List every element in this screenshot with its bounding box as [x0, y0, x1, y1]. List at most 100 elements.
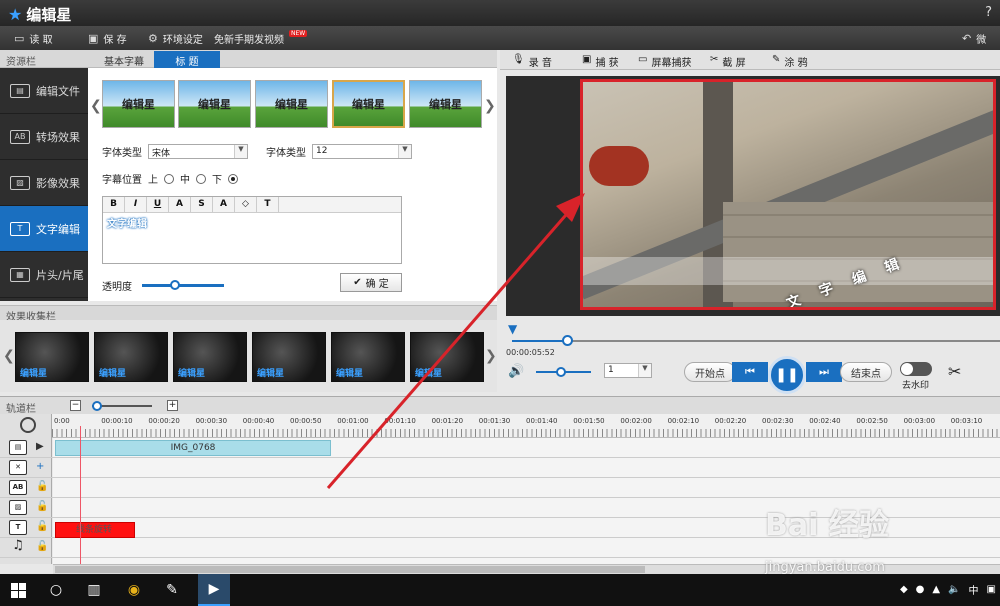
effect-thumb[interactable]: 编辑星: [331, 332, 405, 382]
slider-knob[interactable]: [92, 401, 102, 411]
underline-button[interactable]: U: [147, 197, 169, 212]
paint-icon[interactable]: ✎: [162, 580, 182, 600]
volume-slider[interactable]: [536, 367, 591, 377]
effect-thumb[interactable]: 编辑星: [15, 332, 89, 382]
slider-knob[interactable]: [556, 367, 566, 377]
title-template-selected[interactable]: 编辑星: [332, 80, 405, 128]
skip-forward-button[interactable]: ⏭: [806, 362, 842, 382]
lock-icon[interactable]: 🔓: [36, 521, 48, 532]
title-template[interactable]: 编辑星: [102, 80, 175, 128]
ruler-tick-label: 00:00:30: [195, 417, 228, 425]
windows-start-icon[interactable]: [8, 580, 28, 600]
back-button[interactable]: ↶ 微: [962, 31, 986, 46]
volume-icon[interactable]: 🔊: [508, 364, 524, 379]
zoom-out-button[interactable]: −: [70, 400, 81, 411]
save-button[interactable]: ▣ 保 存: [88, 31, 127, 46]
chevron-left-icon[interactable]: ❮: [3, 348, 15, 364]
record-audio-button[interactable]: 🎙 录 音: [512, 54, 552, 69]
text-editor[interactable]: B I U A S A ◇ T 文字编辑: [102, 196, 402, 264]
video-frame[interactable]: 文 字 编 辑: [580, 79, 996, 310]
input-language[interactable]: 中: [969, 582, 979, 597]
effect-label: 编辑星: [257, 369, 285, 379]
chevron-left-icon[interactable]: ❮: [90, 98, 102, 114]
sidebar-item-edit-file[interactable]: ▤ 编辑文件: [0, 68, 88, 114]
play-small-icon[interactable]: ▶: [36, 441, 44, 452]
playback-controls: 🔊 1 ▼ 开始点 ⏮ ❚❚ ⏭ 结束点 去水印 ✂: [506, 356, 1000, 396]
save-icon: ▣: [88, 32, 99, 45]
slider-knob[interactable]: [169, 280, 180, 290]
text-clip[interactable]: 线条旋转: [55, 522, 135, 538]
help-button[interactable]: ?: [985, 5, 992, 20]
screenshot-button[interactable]: ✂ 截 屏: [710, 54, 746, 69]
end-point-button[interactable]: 结束点: [840, 362, 892, 382]
publish-video-button[interactable]: 免新手期发视频 NEW: [214, 30, 308, 46]
confirm-button[interactable]: ✔ 确 定: [340, 273, 402, 292]
pos-top-radio[interactable]: [164, 173, 174, 184]
chevron-right-icon[interactable]: ❯: [484, 98, 496, 114]
progress-knob[interactable]: [562, 335, 573, 346]
pos-mid-radio[interactable]: [196, 173, 206, 184]
effect-thumb[interactable]: 编辑星: [94, 332, 168, 382]
capture-button[interactable]: ▣ 捕 获: [582, 54, 619, 69]
playhead[interactable]: [80, 426, 81, 566]
tab-basic-subtitle[interactable]: 基本字幕: [92, 51, 156, 68]
chevron-right-icon[interactable]: ❯: [485, 348, 497, 364]
wechat-icon: ●: [915, 584, 925, 595]
watermark-toggle[interactable]: [900, 362, 932, 376]
search-circle-icon[interactable]: ○: [46, 580, 66, 600]
skip-back-button[interactable]: ⏮: [732, 362, 768, 382]
lock-icon[interactable]: 🔓: [36, 541, 48, 552]
sidebar-item-image-effect[interactable]: ▨ 影像效果: [0, 160, 88, 206]
read-button[interactable]: ▭ 读 取: [14, 31, 53, 46]
fill-bucket-icon[interactable]: ◇: [235, 197, 257, 212]
font-color-button[interactable]: A: [169, 197, 191, 212]
pause-button[interactable]: ❚❚: [768, 356, 806, 394]
lock-icon[interactable]: 🔓: [36, 481, 48, 492]
title-template[interactable]: 编辑星: [178, 80, 251, 128]
font-size-select[interactable]: 12 ▼: [312, 144, 412, 159]
ruler-tick-label: 00:02:40: [809, 417, 841, 425]
video-clip[interactable]: IMG_0768: [55, 440, 331, 456]
effect-thumb[interactable]: 编辑星: [173, 332, 247, 382]
time-ruler[interactable]: 0:00 00:00:10 00:00:20 00:00:30 00:00:40 00:0…: [52, 414, 1000, 438]
task-view-icon[interactable]: ▥: [84, 580, 104, 600]
marker-icon[interactable]: ▼: [508, 322, 517, 336]
add-icon[interactable]: +: [36, 461, 44, 472]
start-point-button[interactable]: 开始点: [684, 362, 736, 382]
italic-button[interactable]: I: [125, 197, 147, 212]
format-toolbar: B I U A S A ◇ T: [103, 197, 401, 213]
env-settings-button[interactable]: ⚙ 环境设定: [148, 31, 203, 46]
outline-button[interactable]: A: [213, 197, 235, 212]
sidebar-item-intro-outro[interactable]: ▦ 片头/片尾: [0, 252, 88, 298]
screen-capture-button[interactable]: ▭ 屏幕捕获: [638, 54, 691, 69]
tool-label: 录 音: [528, 58, 552, 69]
zoom-slider[interactable]: [92, 401, 152, 411]
zoom-in-button[interactable]: +: [167, 400, 178, 411]
title-template[interactable]: 编辑星: [409, 80, 482, 128]
progress-bar[interactable]: [512, 335, 1000, 346]
doodle-button[interactable]: ✎ 涂 鸦: [772, 54, 808, 69]
opacity-slider[interactable]: [142, 280, 224, 290]
sidebar-item-label: 文字编辑: [36, 222, 80, 236]
mic-icon: 🎙: [512, 54, 525, 65]
tab-title[interactable]: 标 题: [154, 51, 220, 68]
text-height-button[interactable]: T: [257, 197, 279, 212]
music-icon: ♫: [12, 538, 24, 553]
volume-select[interactable]: 1 ▼: [604, 363, 652, 378]
video-editor-task-icon[interactable]: ▶: [198, 574, 230, 606]
sidebar-item-transition[interactable]: AB 转场效果: [0, 114, 88, 160]
lock-icon[interactable]: 🔓: [36, 501, 48, 512]
scissors-icon[interactable]: ✂: [948, 362, 961, 381]
chrome-icon[interactable]: ◉: [124, 580, 144, 600]
pos-bottom-radio[interactable]: [228, 173, 238, 184]
bold-button[interactable]: B: [103, 197, 125, 212]
ruler-tick-label: 00:01:00: [337, 417, 369, 425]
effect-thumb[interactable]: 编辑星: [410, 332, 484, 382]
title-template[interactable]: 编辑星: [255, 80, 328, 128]
font-select[interactable]: 宋体 ▼: [148, 144, 248, 159]
sidebar-item-text-edit[interactable]: T 文字编辑: [0, 206, 88, 252]
scrollbar-thumb[interactable]: [55, 566, 645, 573]
shadow-button[interactable]: S: [191, 197, 213, 212]
effect-thumb[interactable]: 编辑星: [252, 332, 326, 382]
clock-icon: [20, 417, 36, 433]
